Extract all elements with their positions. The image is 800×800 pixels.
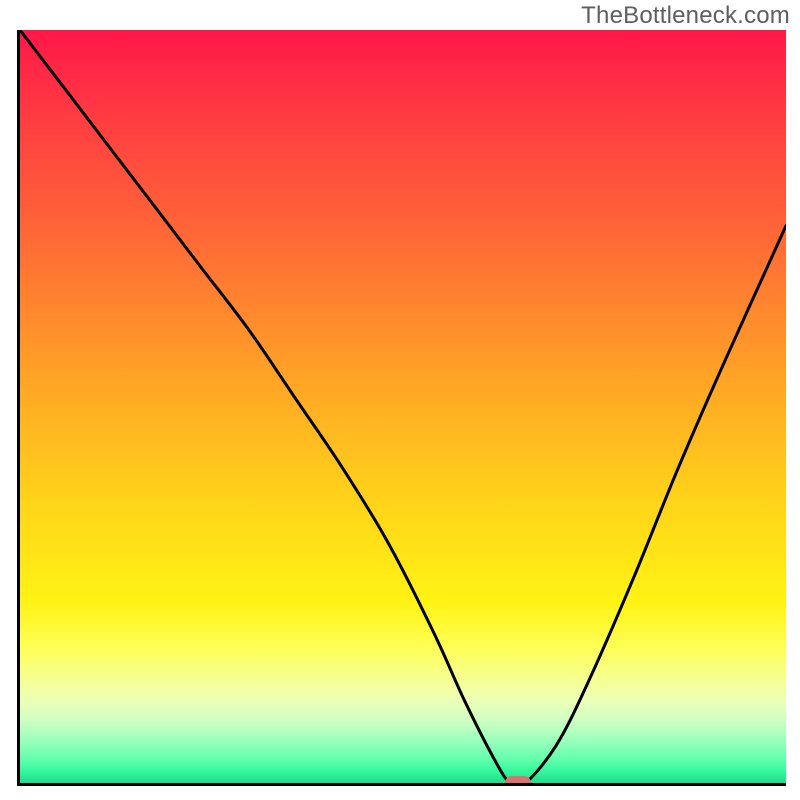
curve-layer bbox=[20, 30, 786, 783]
minimum-marker bbox=[505, 776, 531, 786]
attribution-label: TheBottleneck.com bbox=[581, 2, 790, 30]
bottleneck-curve bbox=[20, 30, 786, 783]
chart-frame: TheBottleneck.com bbox=[0, 0, 800, 800]
plot-area bbox=[17, 30, 786, 786]
